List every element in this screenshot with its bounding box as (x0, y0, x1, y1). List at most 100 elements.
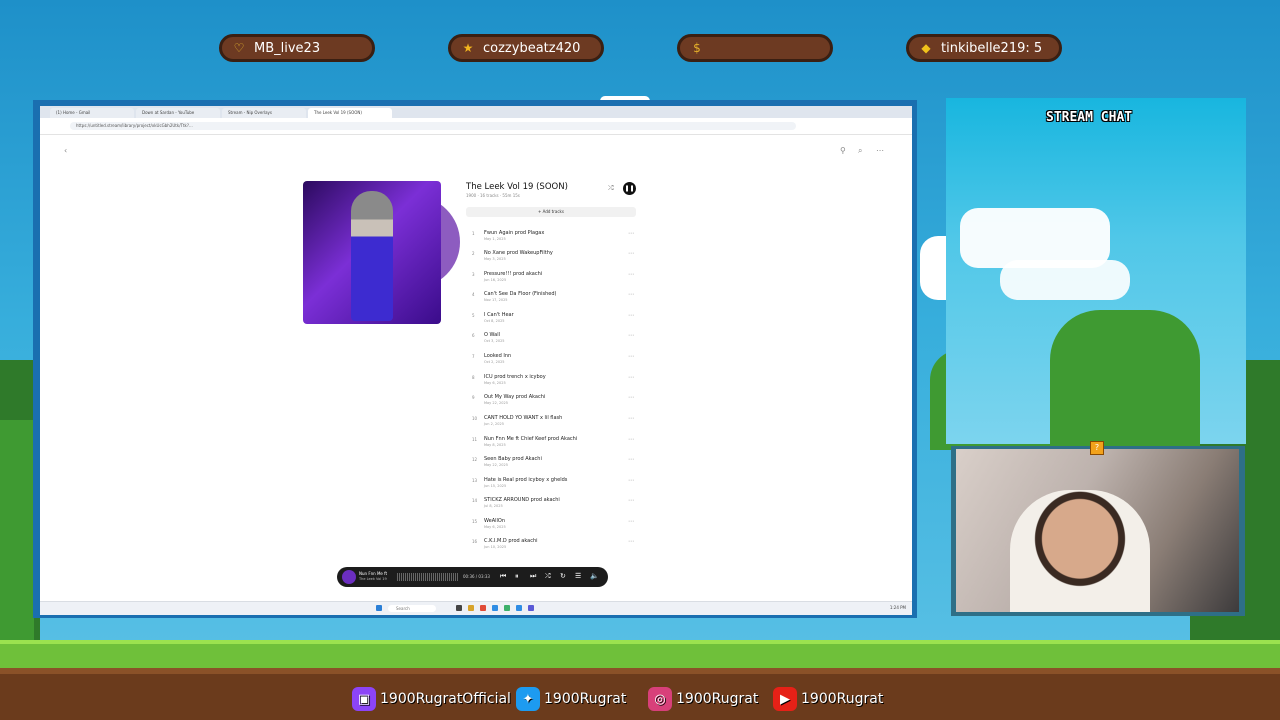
play-pause-button[interactable]: ❚❚ (623, 182, 636, 195)
more-icon[interactable]: ⋯ (628, 538, 634, 545)
previous-icon[interactable]: ⏮ (500, 572, 506, 581)
track-number: 14 (472, 498, 478, 503)
more-icon[interactable]: ⋯ (628, 477, 634, 484)
track-number: 10 (472, 416, 478, 421)
now-playing-artist: The Leek Vol 19 (359, 577, 387, 581)
track-row[interactable]: 3 Pressure!!! prod akachi Jun 16, 2025 ⋯ (472, 271, 634, 291)
track-row[interactable]: 14 STICKZ ARROUND prod akachi Jul 8, 2025 ⋯ (472, 497, 634, 517)
track-date: Jun 2, 2025 (484, 422, 504, 426)
track-row[interactable]: 7 Looked Inn Oct 2, 2025 ⋯ (472, 353, 634, 373)
mini-player: Nun Fnn Me ft The Leek Vol 19 00:36 / 03… (337, 567, 608, 587)
track-title: I Can't Hear (484, 312, 514, 318)
track-date: Oct 8, 2025 (484, 319, 505, 323)
instagram-icon: ◎ (648, 687, 672, 711)
track-title: CANT HOLD YO WANT x lil flash (484, 415, 563, 421)
start-icon[interactable] (376, 605, 382, 611)
money-bag-icon: $ (693, 41, 701, 55)
track-row[interactable]: 15 WeAllOn May 6, 2025 ⋯ (472, 518, 634, 538)
shuffle-icon[interactable]: ⤮ (545, 572, 551, 581)
ground-dirt-edge (0, 668, 1280, 674)
back-icon[interactable]: ‹ (64, 146, 67, 155)
more-icon[interactable]: ⋯ (628, 332, 634, 339)
more-icon[interactable]: ⋯ (628, 518, 634, 525)
app-icon[interactable] (516, 605, 522, 611)
waveform-scrubber[interactable] (397, 573, 459, 581)
track-date: Jun 16, 2025 (484, 278, 507, 282)
more-icon[interactable]: ⋯ (628, 436, 634, 443)
track-number: 8 (472, 375, 475, 380)
add-tracks-button[interactable]: + Add tracks (466, 207, 636, 217)
alert-subscriber: ★ cozzybeatz420 (448, 34, 604, 62)
app-icon[interactable] (528, 605, 534, 611)
track-row[interactable]: 13 Hate is Real prod icyboy x ghelds Jun 1… (472, 477, 634, 497)
track-row[interactable]: 4 Can't See Da Floor (Finished) Nov 17, 20… (472, 291, 634, 311)
more-icon[interactable]: ⋯ (628, 230, 634, 237)
track-date: May 3, 2025 (484, 257, 506, 261)
taskbar-search[interactable]: Search (388, 605, 436, 612)
app-icon[interactable] (480, 605, 486, 611)
more-icon[interactable]: ⋯ (628, 394, 634, 401)
alert-donation: $ (677, 34, 833, 62)
track-row[interactable]: 1 Fwun Again prod Plagax May 1, 2025 ⋯ (472, 230, 634, 250)
track-row[interactable]: 5 I Can't Hear Oct 8, 2025 ⋯ (472, 312, 634, 332)
track-row[interactable]: 12 Seen Baby prod Akachi May 22, 2025 ⋯ (472, 456, 634, 476)
alert-follower: ♡ MB_live23 (219, 34, 375, 62)
alert-text: tinkibelle219: 5 (941, 40, 1043, 56)
more-icon[interactable]: ⋯ (876, 146, 884, 155)
url-input[interactable]: https://untitled.stream/library/project/… (70, 122, 796, 130)
next-icon[interactable]: ⏭ (530, 572, 536, 581)
track-row[interactable]: 8 ICU prod trench x icyboy May 6, 2025 ⋯ (472, 374, 634, 394)
tab-overlays[interactable]: Stream - Nip Overlays (222, 108, 306, 118)
pause-icon[interactable]: ⏸ (515, 572, 519, 581)
more-icon[interactable]: ⋯ (628, 250, 634, 257)
more-icon[interactable]: ⋯ (628, 374, 634, 381)
repeat-icon[interactable]: ↻ (560, 572, 566, 580)
track-row[interactable]: 9 Out My Way prod Akachi May 22, 2025 ⋯ (472, 394, 634, 414)
track-date: Nov 17, 2025 (484, 298, 508, 302)
more-icon[interactable]: ⋯ (628, 456, 634, 463)
pause-icon: ❚❚ (624, 185, 635, 192)
tab-youtube[interactable]: Down at Sardan - YouTube (136, 108, 220, 118)
more-icon[interactable]: ⋯ (628, 353, 634, 360)
track-title: ICU prod trench x icyboy (484, 374, 546, 380)
track-date: May 22, 2025 (484, 463, 508, 467)
more-icon[interactable]: ⋯ (628, 291, 634, 298)
track-number: 4 (472, 292, 475, 297)
social-handle: 1900Rugrat (544, 691, 627, 707)
search-icon[interactable]: ⌕ (858, 146, 862, 156)
more-icon[interactable]: ⋯ (628, 497, 634, 504)
more-icon[interactable]: ⋯ (628, 415, 634, 422)
twitch-icon: ▣ (352, 687, 376, 711)
track-date: May 6, 2025 (484, 381, 506, 385)
address-bar: https://untitled.stream/library/project/… (40, 118, 912, 135)
track-date: Jul 8, 2025 (484, 504, 503, 508)
cloud (1000, 260, 1130, 300)
queue-icon[interactable]: ☰ (575, 572, 581, 580)
shuffle-icon[interactable]: ⤮ (608, 184, 614, 193)
volume-icon[interactable]: 🔈 (590, 572, 599, 580)
diamond-icon: ◆ (921, 41, 931, 55)
app-icon[interactable] (504, 605, 510, 611)
track-number: 12 (472, 457, 478, 462)
app-icon[interactable] (468, 605, 474, 611)
tree (1050, 310, 1200, 450)
track-row[interactable]: 16 C.K.I.M.D prod akachi Jun 10, 2025 ⋯ (472, 538, 634, 558)
track-number: 9 (472, 395, 475, 400)
link-icon[interactable]: ⚲ (840, 146, 846, 155)
app-icon[interactable] (456, 605, 462, 611)
more-icon[interactable]: ⋯ (628, 312, 634, 319)
alert-text: cozzybeatz420 (483, 40, 581, 56)
streamer (1010, 490, 1150, 612)
question-block-icon: ? (1090, 441, 1104, 455)
track-row[interactable]: 6 O Wall Oct 3, 2025 ⋯ (472, 332, 634, 352)
track-title: O Wall (484, 332, 500, 338)
app-icon[interactable] (492, 605, 498, 611)
track-row[interactable]: 10 CANT HOLD YO WANT x lil flash Jun 2, 20… (472, 415, 634, 435)
track-row[interactable]: 2 No Xane prod WakeupFilthy May 3, 2025 ⋯ (472, 250, 634, 270)
tab-playlist[interactable]: The Leek Vol 19 (SOON) (308, 108, 392, 118)
tab-gmail[interactable]: (1) Home - Gmail (50, 108, 134, 118)
track-date: May 1, 2025 (484, 237, 506, 241)
more-icon[interactable]: ⋯ (628, 271, 634, 278)
track-number: 11 (472, 437, 478, 442)
track-row[interactable]: 11 Nun Fnn Me ft Chief Keef prod Akachi Ma… (472, 436, 634, 456)
